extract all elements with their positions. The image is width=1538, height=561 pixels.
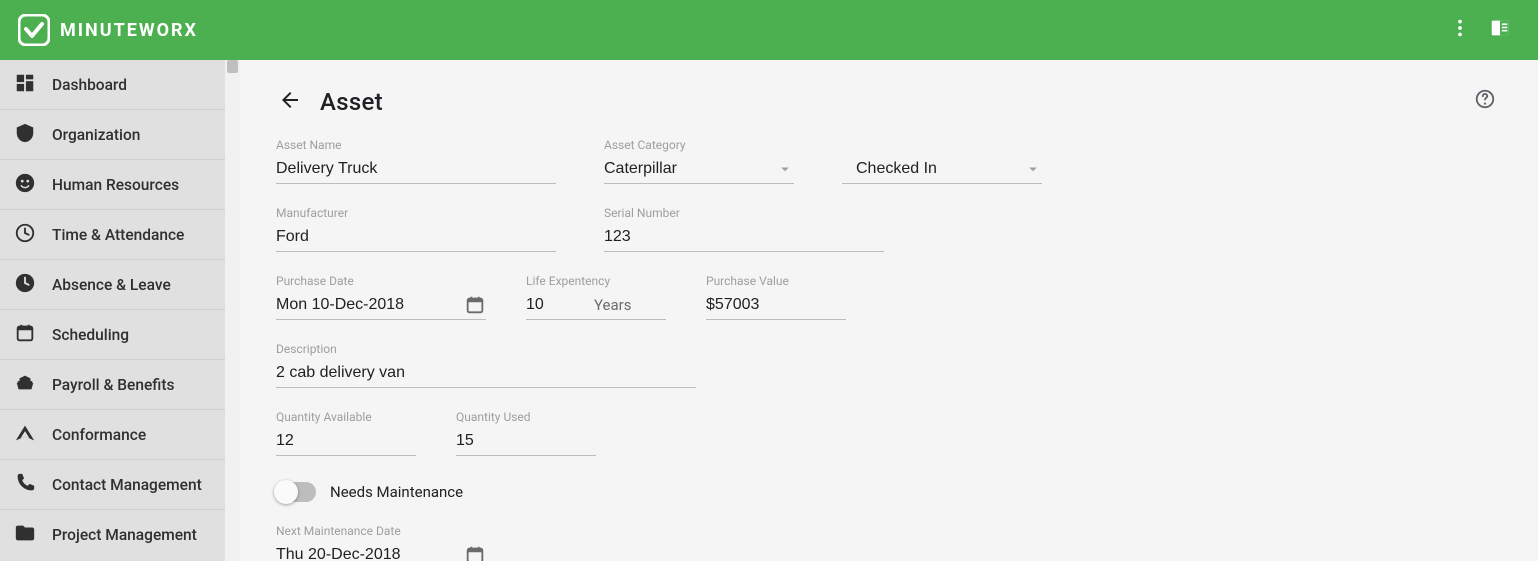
sidebar-item-label: Dashboard [52,76,127,94]
field-purchase-value: Purchase Value [706,274,846,320]
sidebar-item-dashboard[interactable]: Dashboard [0,60,225,109]
conformance-icon [14,422,36,448]
label-purchase-value: Purchase Value [706,274,846,288]
label-purchase-date: Purchase Date [276,274,486,288]
field-quantity-used: Quantity Used [456,410,596,456]
field-asset-category: Asset Category [604,138,794,184]
asset-form: Asset Name Asset Category Manufac [276,138,1502,561]
label-asset-name: Asset Name [276,138,556,152]
life-expectancy-input[interactable] [526,296,586,314]
brand-name: MINUTEWORX [60,20,198,41]
field-manufacturer: Manufacturer [276,206,556,252]
panel-icon [1489,17,1511,43]
field-status [842,152,1042,184]
field-serial-number: Serial Number [604,206,884,252]
sidebar-item-human-resources[interactable]: Human Resources [0,160,225,209]
sidebar-item-scheduling[interactable]: Scheduling [0,310,225,359]
panel-toggle-button[interactable] [1480,10,1520,50]
time-attendance-icon [14,222,36,248]
asset-category-select[interactable] [604,154,794,184]
project-mgmt-icon [14,522,36,548]
sidebar-item-label: Time & Attendance [52,226,184,244]
more-vert-icon [1449,17,1471,43]
quantity-available-input[interactable] [276,432,416,450]
brand-logo-icon [18,14,50,46]
life-expectancy-unit: Years [594,296,631,314]
dashboard-icon [14,72,36,98]
sidebar-item-label: Payroll & Benefits [52,376,174,394]
sidebar-item-label: Conformance [52,426,146,444]
absence-leave-icon [14,272,36,298]
sidebar-item-payroll-benefits[interactable]: Payroll & Benefits [0,360,225,409]
dropdown-icon [1024,160,1042,178]
back-button[interactable] [276,88,304,116]
dropdown-icon [776,160,794,178]
label-needs-maintenance: Needs Maintenance [330,483,463,501]
scheduling-icon [14,322,36,348]
sidebar-scrollbar-thumb[interactable] [227,60,238,73]
sidebar-item-absence-leave[interactable]: Absence & Leave [0,260,225,309]
sidebar-item-label: Absence & Leave [52,276,171,294]
label-asset-category: Asset Category [604,138,794,152]
sidebar-item-time-attendance[interactable]: Time & Attendance [0,210,225,259]
needs-maintenance-toggle[interactable] [276,482,316,502]
more-menu-button[interactable] [1440,10,1480,50]
label-quantity-used: Quantity Used [456,410,596,424]
label-serial-number: Serial Number [604,206,884,220]
field-asset-name: Asset Name [276,138,556,184]
asset-category-value [604,160,794,178]
top-bar: MINUTEWORX [0,0,1538,60]
sidebar-item-label: Scheduling [52,326,129,344]
status-value [856,160,1042,178]
brand: MINUTEWORX [18,14,198,46]
payroll-icon [14,372,36,398]
sidebar-item-label: Organization [52,126,140,144]
sidebar-item-label: Project Management [52,526,197,544]
field-life-expectancy: Life Expentency Years [526,274,666,320]
status-select[interactable] [842,154,1042,184]
sidebar-item-contact-management[interactable]: Contact Management [0,460,225,509]
calendar-icon[interactable] [464,544,486,561]
title-row: Asset [276,88,1502,116]
page-title: Asset [320,88,383,116]
sidebar-item-label: Human Resources [52,176,179,194]
field-next-maintenance-date: Next Maintenance Date [276,524,486,561]
label-quantity-available: Quantity Available [276,410,416,424]
sidebar-item-label: Contact Management [52,476,202,494]
contact-mgmt-icon [14,472,36,498]
manufacturer-input[interactable] [276,228,556,246]
help-button[interactable] [1468,84,1502,118]
sidebar: Dashboard Organization Human Resources T… [0,60,240,561]
label-next-maintenance-date: Next Maintenance Date [276,524,486,538]
description-input[interactable] [276,364,696,382]
next-maintenance-date-input[interactable] [276,546,456,561]
quantity-used-input[interactable] [456,432,596,450]
sidebar-list: Dashboard Organization Human Resources T… [0,60,225,559]
arrow-back-icon [278,88,302,116]
help-icon [1474,88,1496,114]
sidebar-item-project-management[interactable]: Project Management [0,510,225,559]
field-purchase-date: Purchase Date [276,274,486,320]
purchase-value-input[interactable] [706,296,846,314]
label-description: Description [276,342,696,356]
organization-icon [14,122,36,148]
purchase-date-input[interactable] [276,296,456,314]
label-life-expectancy: Life Expentency [526,274,666,288]
field-quantity-available: Quantity Available [276,410,416,456]
label-manufacturer: Manufacturer [276,206,556,220]
asset-name-input[interactable] [276,160,556,178]
field-needs-maintenance: Needs Maintenance [276,482,1502,502]
sidebar-scrollbar[interactable] [225,60,240,561]
calendar-icon[interactable] [464,294,486,316]
sidebar-item-conformance[interactable]: Conformance [0,410,225,459]
serial-number-input[interactable] [604,228,884,246]
hr-icon [14,172,36,198]
sidebar-item-organization[interactable]: Organization [0,110,225,159]
field-description: Description [276,342,696,388]
main-content: Asset Asset Name Asset Category [240,60,1538,561]
